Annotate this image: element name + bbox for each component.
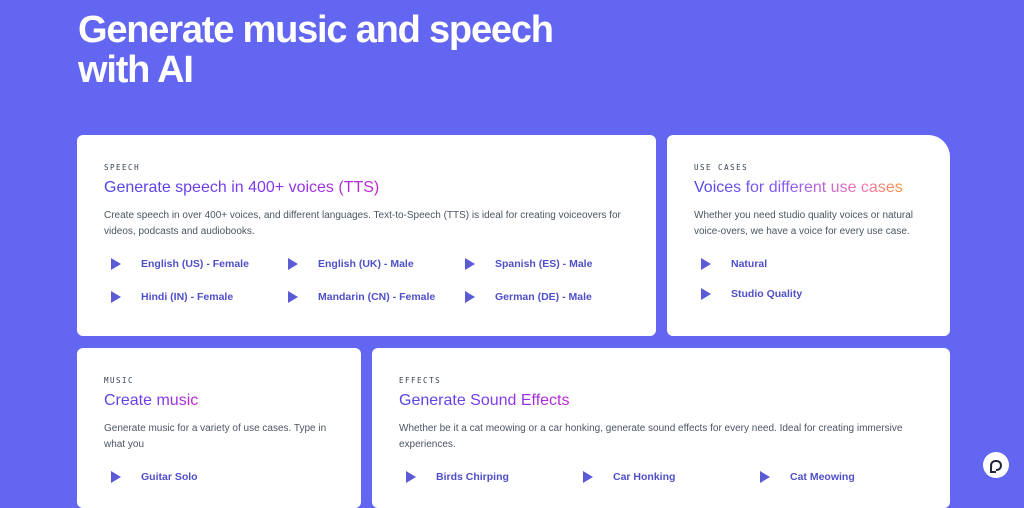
effects-eyebrow: EFFECTS [399,376,442,385]
use-cases-title: Voices for different use cases [694,179,903,196]
voice-option-english-uk-male[interactable]: English (UK) - Male [281,255,458,273]
effects-list: Birds Chirping Car Honking Cat Meowing [399,468,924,486]
use-cases-card: USE CASES Voices for different use cases… [667,135,950,336]
hero-title: Generate music and speech with AI [78,9,554,91]
voice-option-label: English (US) - Female [141,258,249,270]
voice-option-spanish-es-male[interactable]: Spanish (ES) - Male [458,255,635,273]
effect-option-cat-meowing[interactable]: Cat Meowing [753,468,930,486]
effects-title: Generate Sound Effects [399,392,570,409]
voice-option-label: German (DE) - Male [495,291,592,303]
music-option-guitar-solo[interactable]: Guitar Solo [104,468,335,486]
play-icon[interactable] [465,258,475,270]
music-eyebrow: MUSIC [104,376,135,385]
use-case-option-label: Natural [731,258,768,270]
use-case-option-label: Studio Quality [731,288,803,300]
effect-option-label: Cat Meowing [790,471,855,483]
voice-option-label: English (UK) - Male [318,258,414,270]
use-case-option-natural[interactable]: Natural [694,255,924,273]
play-icon[interactable] [701,288,711,300]
music-list: Guitar Solo [104,468,335,486]
use-cases-eyebrow: USE CASES [694,163,749,172]
music-description: Generate music for a variety of use case… [104,423,327,450]
play-icon[interactable] [111,258,121,270]
voice-option-hindi-in-female[interactable]: Hindi (IN) - Female [104,288,281,306]
effect-option-label: Car Honking [613,471,676,483]
music-option-label: Guitar Solo [141,471,198,483]
voice-option-label: Spanish (ES) - Male [495,258,593,270]
effects-card: EFFECTS Generate Sound Effects Whether b… [372,348,950,508]
voice-option-mandarin-cn-female[interactable]: Mandarin (CN) - Female [281,288,458,306]
use-case-option-studio-quality[interactable]: Studio Quality [694,285,924,303]
play-icon[interactable] [701,258,711,270]
speech-title: Generate speech in 400+ voices (TTS) [104,179,380,196]
voice-option-label: Mandarin (CN) - Female [318,291,436,303]
speech-card: SPEECH Generate speech in 400+ voices (T… [77,135,656,336]
effect-option-label: Birds Chirping [436,471,509,483]
chat-icon [990,459,1002,473]
effect-option-birds-chirping[interactable]: Birds Chirping [399,468,576,486]
speech-description: Create speech in over 400+ voices, and d… [104,210,621,237]
speech-voice-list: English (US) - Female English (UK) - Mal… [104,255,630,306]
effect-option-car-honking[interactable]: Car Honking [576,468,753,486]
use-cases-list: Natural Studio Quality [694,255,924,303]
play-icon[interactable] [583,471,593,483]
play-icon[interactable] [111,291,121,303]
voice-option-label: Hindi (IN) - Female [141,291,234,303]
play-icon[interactable] [288,258,298,270]
music-title: Create music [104,392,199,409]
play-icon[interactable] [760,471,770,483]
play-icon[interactable] [288,291,298,303]
play-icon[interactable] [406,471,416,483]
effects-description: Whether be it a cat meowing or a car hon… [399,423,903,450]
use-cases-description: Whether you need studio quality voices o… [694,210,914,237]
speech-eyebrow: SPEECH [104,163,141,172]
voice-option-english-us-female[interactable]: English (US) - Female [104,255,281,273]
play-icon[interactable] [465,291,475,303]
play-icon[interactable] [111,471,121,483]
voice-option-german-de-male[interactable]: German (DE) - Male [458,288,635,306]
music-card: MUSIC Create music Generate music for a … [77,348,361,508]
chat-widget-button[interactable] [983,452,1009,478]
